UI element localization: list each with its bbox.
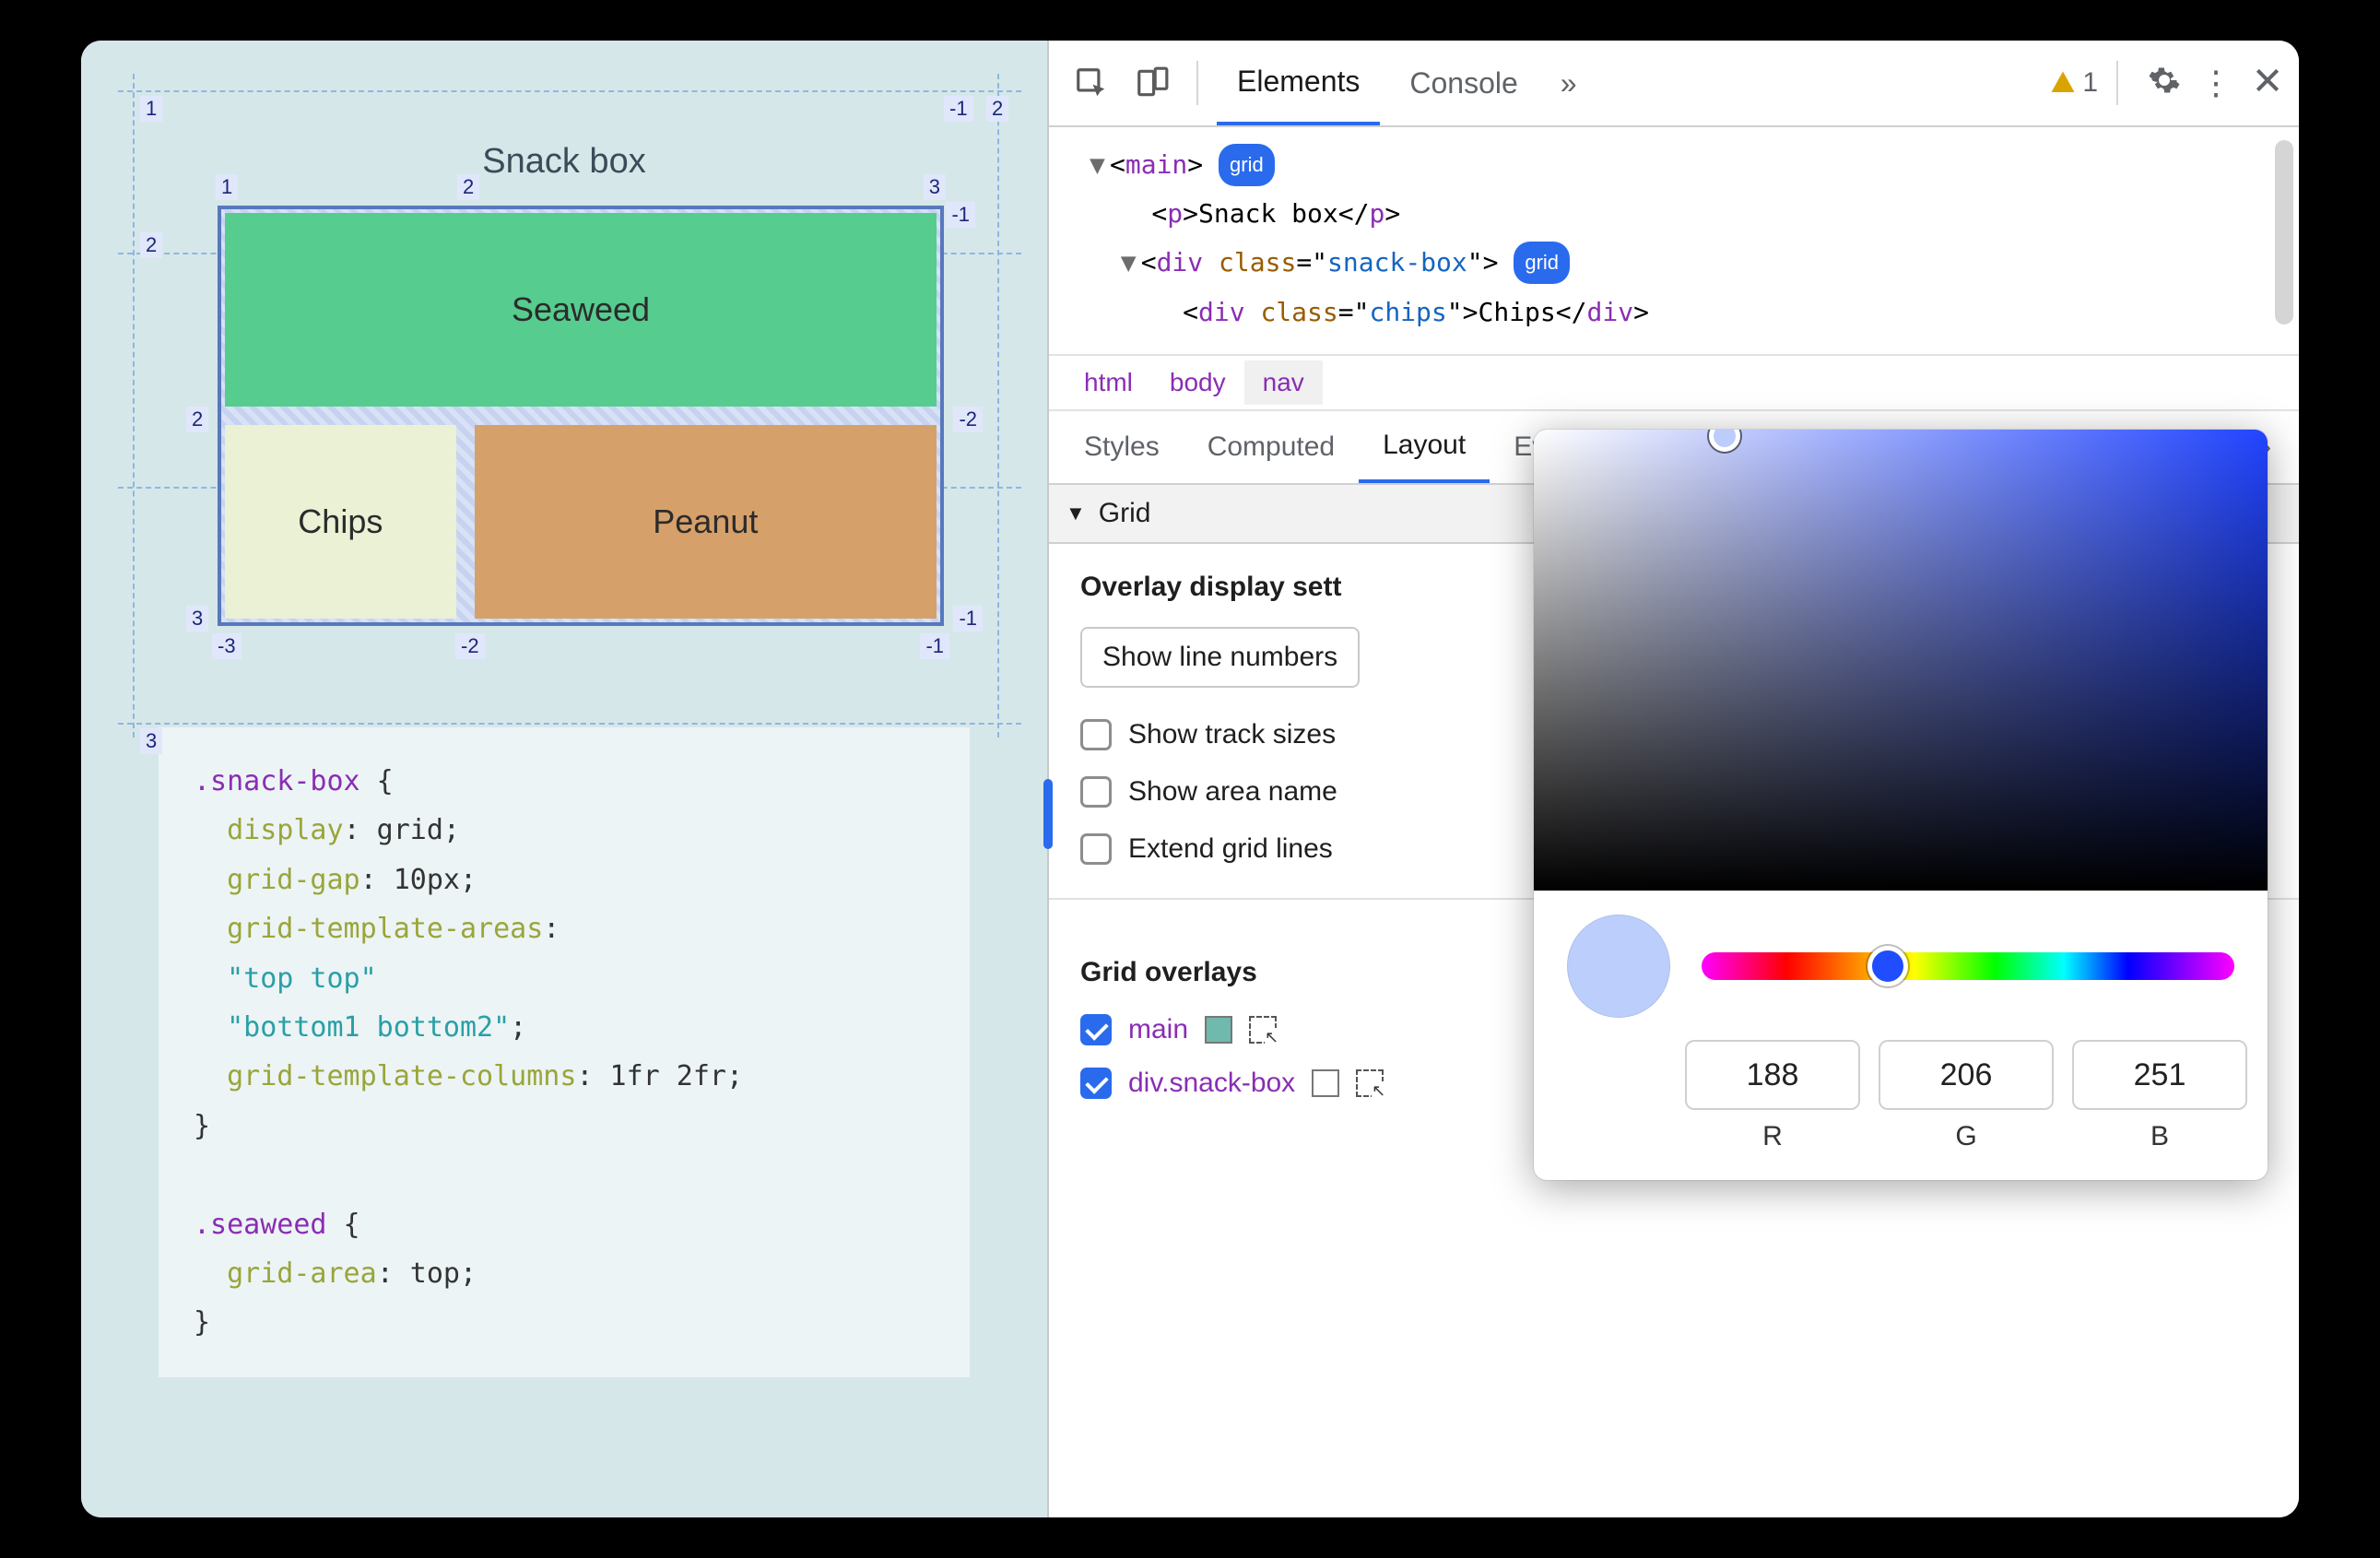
checkbox-extend-lines[interactable] <box>1080 833 1112 865</box>
hue-thumb[interactable] <box>1867 946 1908 986</box>
kebab-menu-icon[interactable]: ⋮ <box>2199 64 2234 102</box>
device-toggle-icon[interactable] <box>1126 57 1178 109</box>
tab-elements[interactable]: Elements <box>1217 41 1380 125</box>
grid-line-label: -2 <box>455 633 485 659</box>
line-numbers-select[interactable]: Show line numbers <box>1080 627 1360 688</box>
grid-line-label: -1 <box>953 606 983 631</box>
crumb-html[interactable]: html <box>1066 360 1151 405</box>
grid-line-label: -1 <box>920 633 949 659</box>
highlight-icon[interactable] <box>1249 1016 1277 1044</box>
color-g-label: G <box>1955 1121 1976 1152</box>
checkbox-overlay-main[interactable] <box>1080 1014 1112 1045</box>
grid-line-label: 3 <box>924 174 946 200</box>
snack-box-grid: Seaweed Chips Peanut <box>218 206 944 626</box>
devtools-panel: Elements Console » 1 ⋮ ▼<main> grid <p <box>1049 41 2299 1517</box>
highlight-icon[interactable] <box>1356 1069 1384 1097</box>
checkbox-track-sizes[interactable] <box>1080 719 1112 750</box>
sv-cursor[interactable] <box>1709 430 1740 452</box>
breadcrumb: html body nav <box>1049 354 2299 411</box>
css-code-block: .snack-box { display: grid; grid-gap: 10… <box>159 727 970 1377</box>
color-swatch[interactable] <box>1205 1016 1232 1044</box>
crumb-body[interactable]: body <box>1151 360 1244 405</box>
settings-icon[interactable] <box>2148 64 2181 103</box>
tabs-overflow[interactable]: » <box>1548 41 1590 125</box>
subtab-computed[interactable]: Computed <box>1184 411 1359 483</box>
page-title: Snack box <box>118 142 1010 182</box>
color-mode-switch[interactable]: ▲▼ <box>2266 1040 2268 1110</box>
checkbox-overlay-snackbox[interactable] <box>1080 1068 1112 1099</box>
crumb-nav[interactable]: nav <box>1244 360 1323 405</box>
tab-console[interactable]: Console <box>1389 41 1538 125</box>
close-icon[interactable] <box>2253 65 2282 101</box>
subtab-layout[interactable]: Layout <box>1359 411 1490 483</box>
color-preview[interactable] <box>1567 915 1670 1018</box>
color-r-label: R <box>1762 1121 1783 1152</box>
color-b-label: B <box>2150 1121 2169 1152</box>
devtools-toolbar: Elements Console » 1 ⋮ <box>1049 41 2299 127</box>
color-picker-sv-field[interactable] <box>1534 430 2268 891</box>
color-picker-popover: 188 R 206 G 251 B ▲▼ <box>1534 430 2268 1180</box>
checkbox-area-names[interactable] <box>1080 776 1112 808</box>
grid-line-label: 1 <box>140 96 162 122</box>
dom-tree[interactable]: ▼<main> grid <p>Snack box</p> ▼<div clas… <box>1049 127 2299 354</box>
inspect-icon[interactable] <box>1066 57 1117 109</box>
subtab-styles[interactable]: Styles <box>1060 411 1184 483</box>
overlay-name[interactable]: div.snack-box <box>1128 1068 1295 1099</box>
grid-line-label: -1 <box>944 96 973 122</box>
grid-line-label: 3 <box>140 728 162 754</box>
chevron-down-icon: ▼ <box>1066 502 1086 525</box>
hue-slider[interactable] <box>1702 952 2234 980</box>
grid-line-label: 2 <box>186 407 208 432</box>
warning-badge[interactable]: 1 <box>2049 67 2098 99</box>
grid-line-label: 2 <box>986 96 1008 122</box>
warning-count: 1 <box>2082 67 2098 99</box>
color-b-input[interactable]: 251 <box>2072 1040 2247 1110</box>
grid-line-label: 2 <box>140 232 162 258</box>
grid-cell-seaweed: Seaweed <box>225 213 937 407</box>
grid-line-label: -1 <box>946 202 975 228</box>
color-swatch[interactable] <box>1312 1069 1339 1097</box>
grid-line-label: 1 <box>216 174 238 200</box>
grid-cell-peanut: Peanut <box>475 425 937 619</box>
grid-line-label: -2 <box>953 407 983 432</box>
color-g-input[interactable]: 206 <box>1879 1040 2054 1110</box>
grid-cell-chips: Chips <box>225 425 456 619</box>
grid-line-label: 3 <box>186 606 208 631</box>
color-r-input[interactable]: 188 <box>1685 1040 1860 1110</box>
rendered-page-pane: 1 -1 2 2 3 Snack box Seaweed Chips Peanu… <box>81 41 1049 1517</box>
pane-resizer[interactable] <box>1043 779 1053 849</box>
grid-line-label: -3 <box>212 633 242 659</box>
grid-line-label: 2 <box>457 174 479 200</box>
overlay-name[interactable]: main <box>1128 1014 1188 1045</box>
